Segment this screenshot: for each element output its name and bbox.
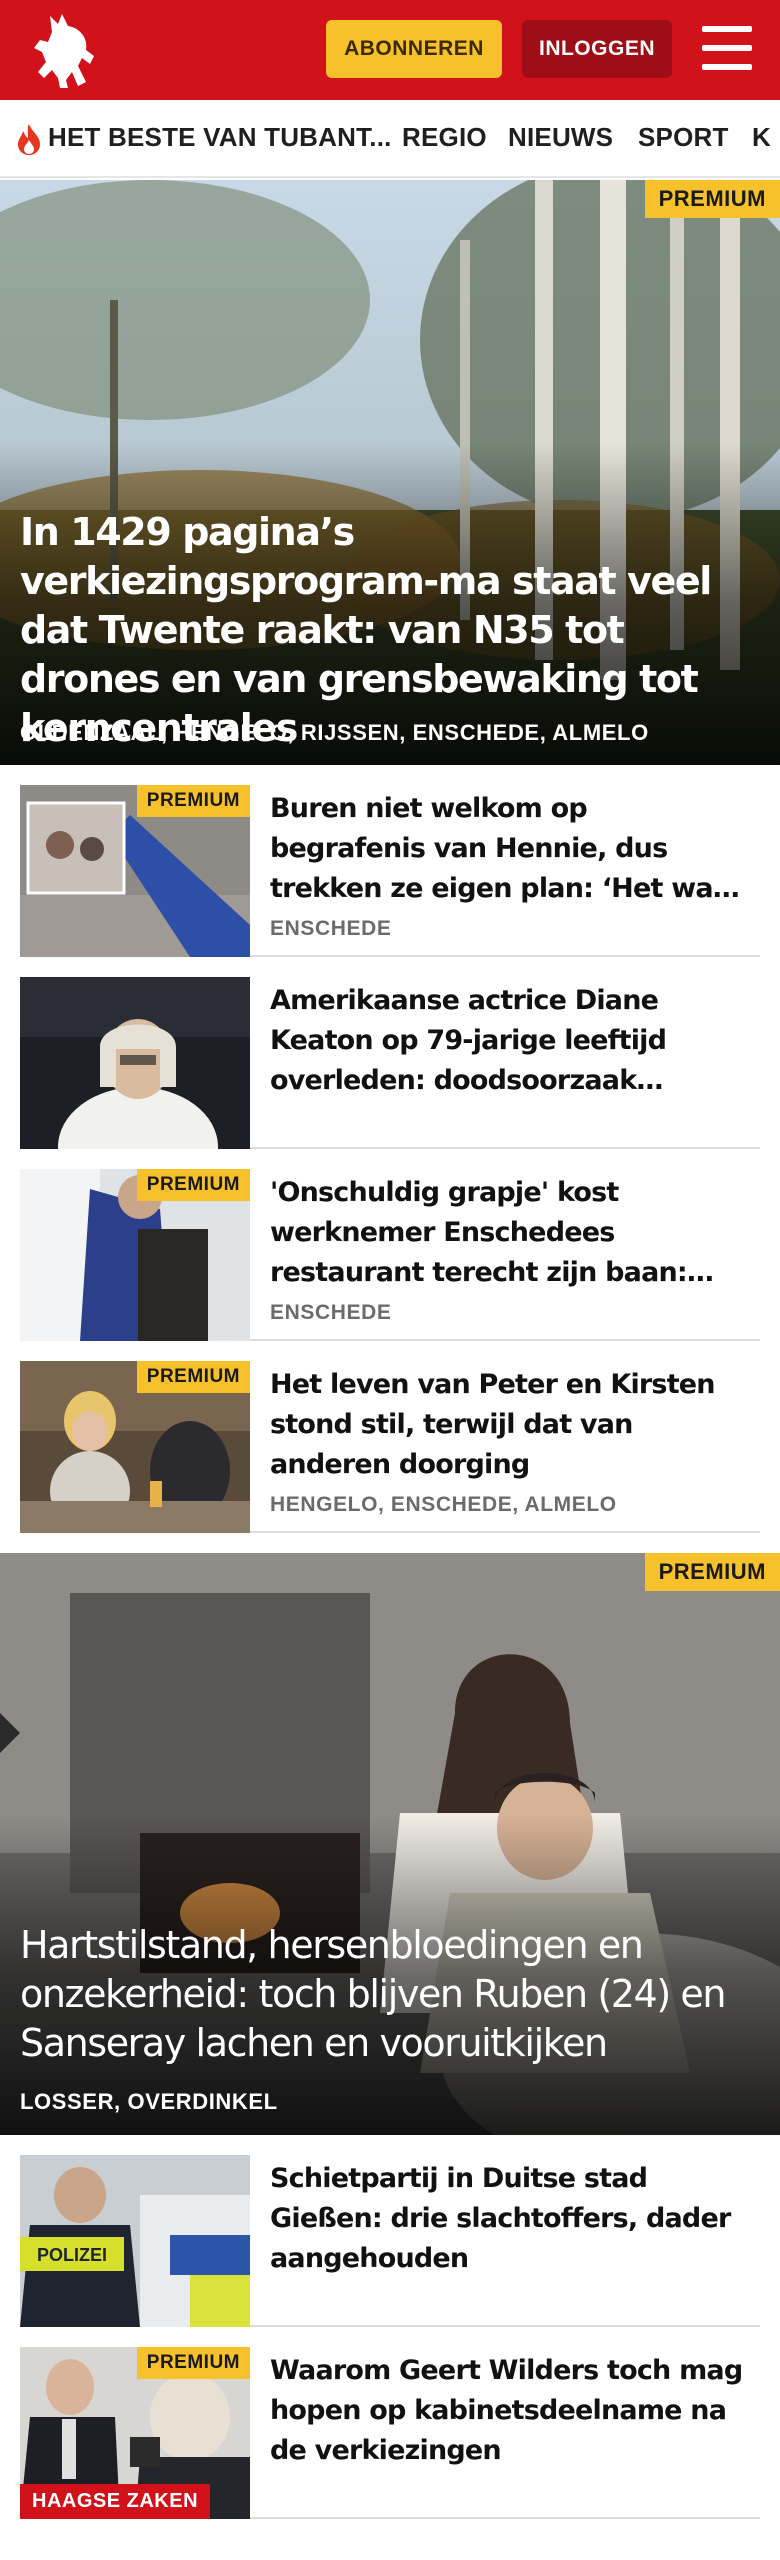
section-badge: HAAGSE ZAKEN	[20, 2484, 211, 2519]
hero-headline[interactable]: Hartstilstand, hersenbloedingen en onzek…	[20, 1921, 760, 2068]
hero-locations: OLDENZAAL, HENGELO, RIJSSEN, ENSCHEDE, A…	[20, 720, 649, 745]
article-thumbnail	[20, 977, 250, 1149]
nav-item-nieuws[interactable]: NIEUWS	[508, 122, 613, 153]
flame-icon	[18, 124, 40, 155]
article-title[interactable]: Buren niet welkom op begrafenis van Henn…	[270, 789, 750, 909]
article-thumbnail: POLIZEI	[20, 2155, 250, 2327]
list-item[interactable]: PREMIUM Het leven van Peter en Kirsten s…	[20, 1361, 760, 1533]
premium-badge: PREMIUM	[136, 785, 250, 817]
premium-badge: PREMIUM	[644, 180, 780, 218]
login-button[interactable]: INLOGGEN	[522, 20, 672, 78]
subscribe-button[interactable]: ABONNEREN	[326, 20, 502, 78]
article-thumbnail: PREMIUM	[20, 1361, 250, 1533]
nav-item-sport[interactable]: SPORT	[638, 122, 729, 153]
article-thumbnail: PREMIUM	[20, 785, 250, 957]
premium-badge: PREMIUM	[136, 1361, 250, 1393]
article-location: ENSCHEDE	[270, 1301, 392, 1324]
hamburger-menu-icon[interactable]	[702, 26, 752, 70]
list-item[interactable]: PREMIUM HAAGSE ZAKEN Waarom Geert Wilder…	[20, 2347, 760, 2519]
article-thumbnail: PREMIUM HAAGSE ZAKEN	[20, 2347, 250, 2519]
article-title[interactable]: Het leven van Peter en Kirsten stond sti…	[270, 1365, 750, 1485]
premium-badge: PREMIUM	[136, 1169, 250, 1201]
nav-item-best-of-tubantia[interactable]: HET BESTE VAN TUBANT...	[48, 122, 392, 153]
list-item[interactable]: Amerikaanse actrice Diane Keaton op 79-j…	[20, 977, 760, 1149]
horse-logo-icon[interactable]	[28, 8, 108, 92]
list-item[interactable]: POLIZEI Schietpartij in Duitse stad Gieß…	[20, 2155, 760, 2327]
nav-item-regio[interactable]: REGIO	[402, 122, 487, 153]
list-item[interactable]: PREMIUM Buren niet welkom op begrafenis …	[20, 785, 760, 957]
article-title[interactable]: Schietpartij in Duitse stad Gießen: drie…	[270, 2159, 750, 2279]
hero-headline[interactable]: In 1429 pagina’s verkiezingsprogram-ma s…	[20, 508, 760, 753]
list-item[interactable]: PREMIUM 'Onschuldig grapje' kost werknem…	[20, 1169, 760, 1341]
top-header-bar: ABONNEREN INLOGGEN	[0, 0, 780, 100]
article-title[interactable]: Waarom Geert Wilders toch mag hopen op k…	[270, 2351, 750, 2471]
hero-article-2[interactable]: PREMIUM Hartstilstand, hersenbloedingen …	[0, 1553, 780, 2135]
premium-badge: PREMIUM	[644, 1553, 780, 1591]
article-thumbnail: PREMIUM	[20, 1169, 250, 1341]
thumb-caption: POLIZEI	[37, 2245, 107, 2265]
hero-article-1[interactable]: PREMIUM In 1429 pagina’s verkiezingsprog…	[0, 180, 780, 765]
article-location: HENGELO, ENSCHEDE, ALMELO	[270, 1493, 617, 1516]
hero-locations: LOSSER, OVERDINKEL	[20, 2089, 278, 2114]
article-title[interactable]: Amerikaanse actrice Diane Keaton op 79-j…	[270, 981, 750, 1101]
nav-item-more[interactable]: K	[752, 122, 771, 153]
premium-badge: PREMIUM	[136, 2347, 250, 2379]
section-nav: HET BESTE VAN TUBANT... REGIO NIEUWS SPO…	[0, 100, 780, 178]
article-title[interactable]: 'Onschuldig grapje' kost werknemer Ensch…	[270, 1173, 750, 1293]
article-location: ENSCHEDE	[270, 917, 392, 940]
